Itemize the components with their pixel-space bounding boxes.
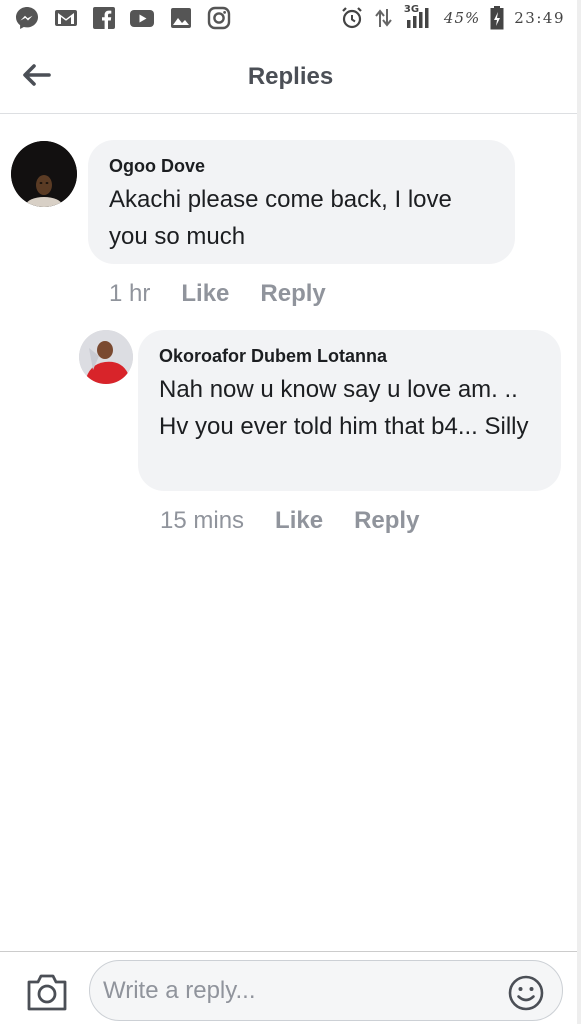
battery-charging-icon (490, 6, 504, 30)
alarm-icon (342, 7, 362, 29)
comment-actions: 1 hr Like Reply (109, 280, 326, 308)
comment-author[interactable]: Ogoo Dove (109, 154, 493, 178)
data-transfer-icon (375, 9, 392, 27)
instagram-icon (207, 6, 231, 30)
like-button[interactable]: Like (275, 507, 323, 535)
comment-author[interactable]: Okoroafor Dubem Lotanna (159, 344, 539, 368)
avatar[interactable] (79, 330, 133, 384)
like-button[interactable]: Like (181, 280, 229, 308)
reply-button[interactable]: Reply (354, 507, 419, 535)
clock: 23:49 (514, 9, 565, 27)
emoji-button[interactable] (507, 974, 545, 1012)
header: Replies (0, 36, 581, 114)
gmail-icon (55, 10, 77, 26)
reply-box (89, 960, 563, 1021)
comment-bubble: Okoroafor Dubem Lotanna Nah now u know s… (138, 330, 561, 491)
battery-percent: 45% (443, 9, 481, 27)
reply-composer (0, 951, 581, 1024)
comment-actions: 15 mins Like Reply (160, 507, 419, 535)
smiley-icon (508, 975, 544, 1011)
reply-button[interactable]: Reply (260, 280, 325, 308)
comment-bubble: Ogoo Dove Akachi please come back, I lov… (88, 140, 515, 264)
avatar[interactable] (11, 141, 77, 207)
page-title: Replies (247, 63, 334, 90)
comment-timestamp: 15 mins (160, 507, 245, 534)
comment-text: Nah now u know say u love am. .. Hv you … (159, 376, 529, 440)
reply-input[interactable] (103, 973, 493, 1009)
gallery-icon (171, 8, 191, 28)
messenger-icon (16, 7, 38, 29)
signal-icon: 3G (404, 4, 434, 30)
comment-timestamp: 1 hr (109, 280, 151, 307)
camera-icon (27, 974, 67, 1011)
status-bar: 3G 45% 23:49 (0, 0, 581, 36)
camera-button[interactable] (25, 972, 69, 1012)
comment-text: Akachi please come back, I love you so m… (109, 186, 452, 250)
scroll-edge (577, 0, 581, 1024)
facebook-icon (93, 7, 115, 29)
status-indicators: 3G 45% 23:49 (340, 4, 565, 31)
youtube-icon (130, 10, 154, 27)
